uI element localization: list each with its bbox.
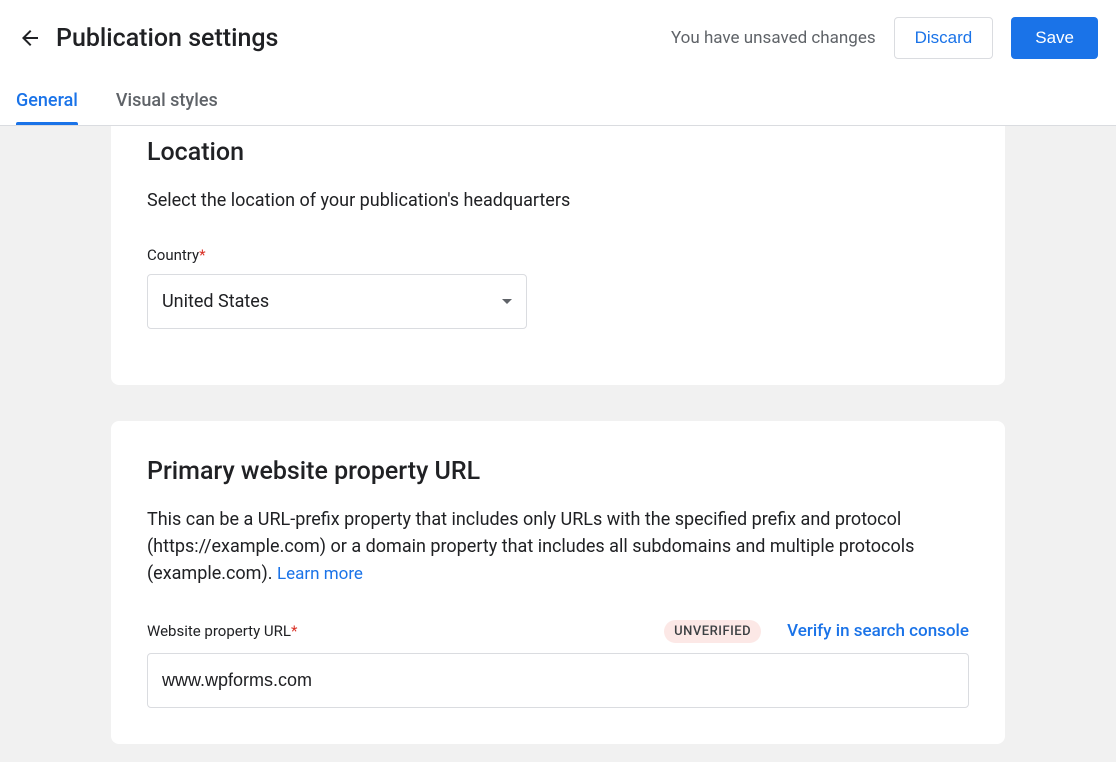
required-asterisk: *: [199, 246, 205, 264]
url-heading: Primary website property URL: [147, 457, 969, 486]
tab-general[interactable]: General: [16, 78, 78, 123]
url-field-row: Website property URL* UNVERIFIED Verify …: [147, 620, 969, 643]
unsaved-changes-text: You have unsaved changes: [671, 28, 876, 48]
url-card: Primary website property URL This can be…: [111, 421, 1005, 744]
learn-more-link[interactable]: Learn more: [277, 564, 363, 584]
header-right: You have unsaved changes Discard Save: [671, 17, 1098, 59]
country-select-value: United States: [162, 291, 269, 312]
save-button[interactable]: Save: [1011, 17, 1098, 59]
tabs: General Visual styles: [0, 76, 1116, 126]
country-label-text: Country: [147, 246, 199, 264]
required-asterisk: *: [291, 622, 297, 640]
page-title: Publication settings: [56, 24, 278, 53]
country-label: Country*: [147, 246, 969, 264]
location-description: Select the location of your publication'…: [147, 187, 969, 214]
website-url-input[interactable]: [147, 653, 969, 708]
discard-button[interactable]: Discard: [894, 17, 994, 59]
unverified-badge: UNVERIFIED: [664, 620, 761, 643]
url-description-text: This can be a URL-prefix property that i…: [147, 509, 914, 584]
location-card: Location Select the location of your pub…: [111, 126, 1005, 385]
verify-search-console-link[interactable]: Verify in search console: [787, 621, 969, 641]
url-right-group: UNVERIFIED Verify in search console: [664, 620, 969, 643]
url-description: This can be a URL-prefix property that i…: [147, 506, 969, 588]
back-arrow-icon[interactable]: [18, 26, 42, 50]
header-left: Publication settings: [18, 24, 278, 53]
location-heading: Location: [147, 138, 969, 167]
country-select[interactable]: United States: [147, 274, 527, 329]
caret-down-icon: [502, 299, 512, 304]
tab-visual-styles[interactable]: Visual styles: [116, 78, 218, 123]
country-select-wrapper: United States: [147, 274, 527, 329]
header: Publication settings You have unsaved ch…: [0, 0, 1116, 76]
url-field-label-text: Website property URL: [147, 622, 291, 640]
url-field-label: Website property URL*: [147, 622, 297, 640]
content-area: Location Select the location of your pub…: [0, 126, 1116, 762]
